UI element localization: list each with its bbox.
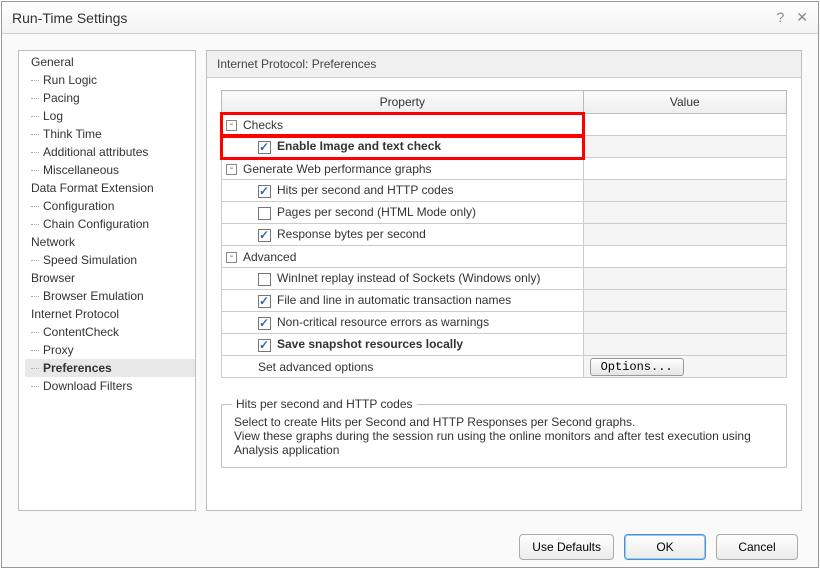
- description-box: Hits per second and HTTP codes Select to…: [221, 404, 787, 468]
- property-group[interactable]: -Advanced: [222, 246, 584, 268]
- checkbox[interactable]: [258, 207, 271, 220]
- property-label: File and line in automatic transaction n…: [277, 293, 511, 307]
- tree-category[interactable]: Network: [25, 233, 195, 251]
- checkbox[interactable]: [258, 185, 271, 198]
- value-cell: [583, 246, 786, 268]
- tree-item[interactable]: Run Logic: [25, 71, 195, 89]
- property-row[interactable]: Enable Image and text check: [222, 136, 584, 158]
- tree-item[interactable]: Browser Emulation: [25, 287, 195, 305]
- property-row[interactable]: Hits per second and HTTP codes: [222, 180, 584, 202]
- property-label: Response bytes per second: [277, 227, 426, 241]
- value-cell: [583, 268, 786, 290]
- ok-button[interactable]: OK: [624, 534, 706, 560]
- value-cell: [583, 290, 786, 312]
- panel-header: Internet Protocol: Preferences: [207, 51, 801, 78]
- value-cell: [583, 114, 786, 136]
- checkbox[interactable]: [258, 273, 271, 286]
- property-label: Save snapshot resources locally: [277, 337, 463, 351]
- tree-item[interactable]: Proxy: [25, 341, 195, 359]
- dialog-footer: Use Defaults OK Cancel: [2, 527, 818, 567]
- window-controls: ? ✕: [776, 9, 808, 26]
- value-cell: [583, 180, 786, 202]
- property-row[interactable]: File and line in automatic transaction n…: [222, 290, 584, 312]
- tree-category[interactable]: Data Format Extension: [25, 179, 195, 197]
- tree-category[interactable]: General: [25, 53, 195, 71]
- properties-table: Property Value -ChecksEnable Image and t…: [221, 90, 787, 378]
- titlebar: Run-Time Settings ? ✕: [2, 2, 818, 34]
- property-row[interactable]: Set advanced options: [222, 356, 584, 378]
- content-panel: Internet Protocol: Preferences Property …: [206, 50, 802, 511]
- category-tree: GeneralRun LogicPacingLogThink TimeAddit…: [18, 50, 196, 511]
- property-group[interactable]: -Checks: [222, 114, 584, 136]
- property-label: Hits per second and HTTP codes: [277, 183, 454, 197]
- tree-category[interactable]: Internet Protocol: [25, 305, 195, 323]
- property-row[interactable]: Response bytes per second: [222, 224, 584, 246]
- property-label: WinInet replay instead of Sockets (Windo…: [277, 271, 540, 285]
- value-cell: [583, 158, 786, 180]
- dialog-title: Run-Time Settings: [12, 10, 127, 26]
- tree-item[interactable]: Chain Configuration: [25, 215, 195, 233]
- property-row[interactable]: WinInet replay instead of Sockets (Windo…: [222, 268, 584, 290]
- tree-item[interactable]: Think Time: [25, 125, 195, 143]
- description-text: Select to create Hits per Second and HTT…: [234, 415, 774, 457]
- value-cell: [583, 312, 786, 334]
- value-cell: [583, 202, 786, 224]
- property-group[interactable]: -Generate Web performance graphs: [222, 158, 584, 180]
- runtime-settings-dialog: Run-Time Settings ? ✕ GeneralRun LogicPa…: [1, 1, 819, 568]
- property-label: Non-critical resource errors as warnings: [277, 315, 489, 329]
- tree-item[interactable]: Pacing: [25, 89, 195, 107]
- checkbox[interactable]: [258, 295, 271, 308]
- group-label: Generate Web performance graphs: [243, 162, 432, 176]
- group-label: Checks: [243, 118, 283, 132]
- description-title: Hits per second and HTTP codes: [232, 397, 417, 411]
- collapse-icon[interactable]: -: [226, 252, 237, 263]
- checkbox[interactable]: [258, 317, 271, 330]
- tree-item[interactable]: Preferences: [25, 359, 195, 377]
- checkbox[interactable]: [258, 339, 271, 352]
- close-icon[interactable]: ✕: [796, 9, 808, 26]
- help-icon[interactable]: ?: [776, 9, 784, 26]
- value-cell: [583, 136, 786, 158]
- tree-item[interactable]: Configuration: [25, 197, 195, 215]
- property-row[interactable]: Save snapshot resources locally: [222, 334, 584, 356]
- property-label: Set advanced options: [258, 360, 373, 374]
- col-value: Value: [583, 91, 786, 114]
- property-label: Pages per second (HTML Mode only): [277, 205, 476, 219]
- group-label: Advanced: [243, 250, 296, 264]
- tree-item[interactable]: Log: [25, 107, 195, 125]
- use-defaults-button[interactable]: Use Defaults: [519, 534, 614, 560]
- tree-item[interactable]: ContentCheck: [25, 323, 195, 341]
- property-label: Enable Image and text check: [277, 139, 441, 153]
- value-cell: [583, 334, 786, 356]
- collapse-icon[interactable]: -: [226, 164, 237, 175]
- checkbox[interactable]: [258, 229, 271, 242]
- cancel-button[interactable]: Cancel: [716, 534, 798, 560]
- value-cell: Options...: [583, 356, 786, 378]
- checkbox[interactable]: [258, 141, 271, 154]
- collapse-icon[interactable]: -: [226, 120, 237, 131]
- property-row[interactable]: Pages per second (HTML Mode only): [222, 202, 584, 224]
- property-row[interactable]: Non-critical resource errors as warnings: [222, 312, 584, 334]
- tree-item[interactable]: Speed Simulation: [25, 251, 195, 269]
- tree-item[interactable]: Miscellaneous: [25, 161, 195, 179]
- tree-category[interactable]: Browser: [25, 269, 195, 287]
- value-cell: [583, 224, 786, 246]
- options-button[interactable]: Options...: [590, 358, 684, 376]
- col-property: Property: [222, 91, 584, 114]
- tree-item[interactable]: Download Filters: [25, 377, 195, 395]
- tree-item[interactable]: Additional attributes: [25, 143, 195, 161]
- dialog-body: GeneralRun LogicPacingLogThink TimeAddit…: [2, 34, 818, 527]
